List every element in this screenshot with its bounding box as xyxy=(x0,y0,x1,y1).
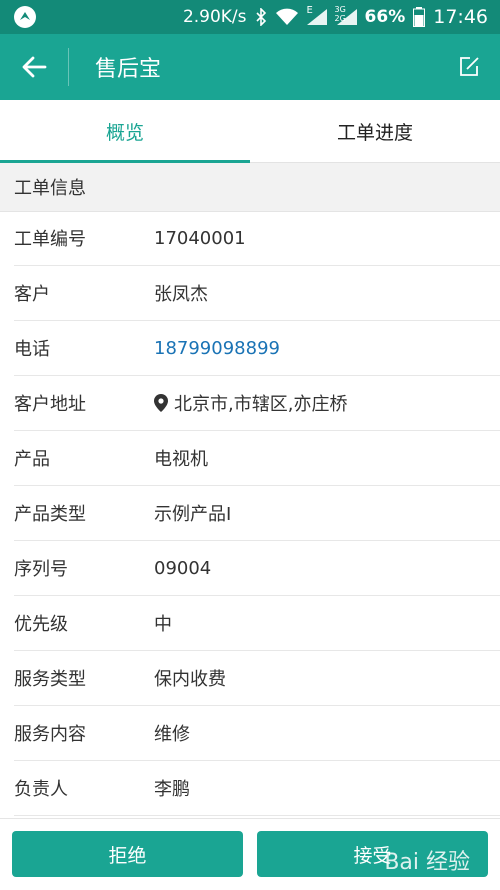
field-row-priority: 优先级 中 xyxy=(14,596,500,651)
field-label: 优先级 xyxy=(14,614,68,635)
field-row-service-content: 服务内容 维修 xyxy=(14,706,500,761)
field-value: 保内收费 xyxy=(154,669,226,690)
tab-bar: 概览 工单进度 xyxy=(0,100,500,163)
field-value: 维修 xyxy=(154,724,190,745)
location-pin-icon xyxy=(154,394,168,412)
signal-3g-icon: 3G 2G xyxy=(334,5,357,25)
watermark-logo: Bai 经验 xyxy=(384,850,470,875)
back-arrow-icon xyxy=(22,56,47,78)
network-speed: 2.90K/s xyxy=(182,7,247,27)
signal-2g-label: 2G xyxy=(334,14,346,23)
app-notification-icon xyxy=(14,6,36,28)
field-row-owner: 负责人 李鹏 xyxy=(14,761,500,816)
section-title: 工单信息 xyxy=(14,178,86,199)
signal-e-icon: E xyxy=(306,5,327,25)
field-label: 客户 xyxy=(14,284,50,305)
battery-icon xyxy=(413,7,426,27)
tab-overview[interactable]: 概览 xyxy=(0,100,250,163)
back-button[interactable] xyxy=(0,34,68,100)
wifi-icon xyxy=(275,8,299,26)
reject-button[interactable]: 拒绝 xyxy=(12,831,243,877)
field-row-product: 产品 电视机 xyxy=(14,431,500,486)
field-row-order-number: 工单编号 17040001 xyxy=(14,211,500,266)
field-value: 李鹏 xyxy=(154,779,190,800)
edit-button[interactable] xyxy=(438,34,500,100)
address-link[interactable]: 北京市,市辖区,亦庄桥 xyxy=(154,390,347,416)
field-row-customer: 客户 张凤杰 xyxy=(14,266,500,321)
field-row-serial: 序列号 09004 xyxy=(14,541,500,596)
field-label: 电话 xyxy=(14,339,50,360)
field-value: 电视机 xyxy=(154,449,208,470)
field-value: 中 xyxy=(154,614,172,635)
field-row-product-type: 产品类型 示例产品I xyxy=(14,486,500,541)
tab-progress[interactable]: 工单进度 xyxy=(250,100,500,162)
field-label: 客户地址 xyxy=(14,394,86,415)
status-bar: 2.90K/s E 3G 2G 66% 17:46 xyxy=(0,0,500,34)
phone-link[interactable]: 18799098899 xyxy=(154,338,280,359)
section-header: 工单信息 xyxy=(0,163,500,212)
field-label: 产品 xyxy=(14,449,50,470)
action-bar: 拒绝 接受 Bai 经验 jingyan.baidu.com xyxy=(0,818,500,890)
signal-e-label: E xyxy=(306,5,313,16)
appbar-divider xyxy=(68,48,69,86)
field-label: 服务类型 xyxy=(14,669,86,690)
battery-percent: 66% xyxy=(364,7,406,27)
clock: 17:46 xyxy=(433,6,488,28)
field-value: 09004 xyxy=(154,557,212,579)
edit-icon xyxy=(460,57,479,76)
bluetooth-icon xyxy=(255,8,267,26)
field-label: 服务内容 xyxy=(14,724,86,745)
field-label: 负责人 xyxy=(14,779,68,800)
signal-3g-label: 3G xyxy=(334,5,346,14)
app-bar: 售后宝 xyxy=(0,34,500,100)
field-list: 工单编号 17040001 客户 张凤杰 电话 18799098899 客户地址… xyxy=(0,211,500,816)
page-title: 售后宝 xyxy=(95,57,162,82)
field-label: 序列号 xyxy=(14,559,68,580)
field-value: 张凤杰 xyxy=(154,284,208,305)
field-row-phone: 电话 18799098899 xyxy=(14,321,500,376)
field-value: 示例产品I xyxy=(154,504,232,525)
watermark-url: jingyan.baidu.com xyxy=(378,875,480,888)
field-label: 工单编号 xyxy=(14,229,86,250)
field-value: 17040001 xyxy=(154,227,246,249)
field-row-address: 客户地址 北京市,市辖区,亦庄桥 xyxy=(14,376,500,431)
address-text: 北京市,市辖区,亦庄桥 xyxy=(174,394,348,415)
field-row-service-type: 服务类型 保内收费 xyxy=(14,651,500,706)
field-label: 产品类型 xyxy=(14,504,86,525)
